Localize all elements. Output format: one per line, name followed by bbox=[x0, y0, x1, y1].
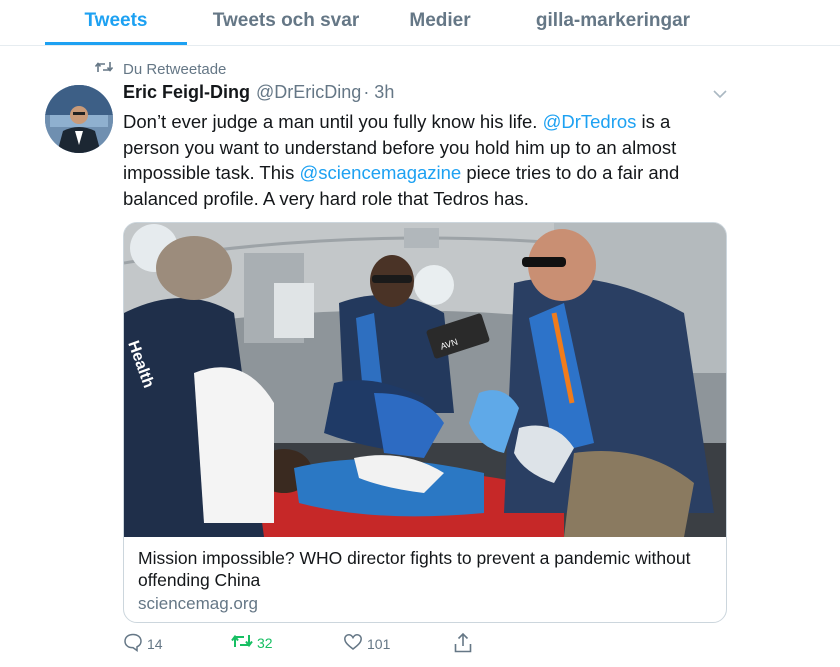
heart-icon bbox=[343, 632, 367, 655]
mention-sciencemagazine[interactable]: @sciencemagazine bbox=[300, 162, 462, 183]
tab-media[interactable]: Medier bbox=[392, 0, 488, 44]
profile-tabs: Tweets Tweets och svar Medier gilla-mark… bbox=[0, 0, 840, 46]
reply-button[interactable]: 14 bbox=[123, 632, 163, 655]
retweet-icon bbox=[231, 632, 257, 653]
reply-count: 14 bbox=[147, 635, 163, 652]
tweet-timestamp[interactable]: · 3h bbox=[363, 82, 394, 102]
card-image[interactable]: AVN Health bbox=[124, 223, 726, 537]
like-button[interactable]: 101 bbox=[343, 632, 390, 655]
card-text: Mission impossible? WHO director fights … bbox=[138, 547, 713, 616]
tweet-text-part: Don’t ever judge a man until you fully k… bbox=[123, 111, 543, 132]
retweet-button[interactable]: 32 bbox=[231, 632, 273, 653]
card-title: Mission impossible? WHO director fights … bbox=[138, 548, 691, 590]
display-name[interactable]: Eric Feigl-Ding bbox=[123, 82, 250, 102]
tab-tweets-and-replies[interactable]: Tweets och svar bbox=[197, 0, 375, 44]
share-button[interactable] bbox=[453, 632, 477, 657]
retweet-context: Du Retweetade bbox=[94, 58, 227, 80]
mention-drtedros[interactable]: @DrTedros bbox=[543, 111, 637, 132]
tweet-actions: 14 32 101 bbox=[123, 632, 523, 658]
active-tab-indicator bbox=[45, 42, 187, 45]
reply-icon bbox=[123, 632, 147, 655]
tab-likes[interactable]: gilla-markeringar bbox=[518, 0, 708, 44]
avatar[interactable] bbox=[45, 85, 113, 153]
tab-tweets[interactable]: Tweets bbox=[45, 0, 187, 44]
user-handle[interactable]: @DrEricDing bbox=[256, 82, 361, 102]
retweet-icon bbox=[94, 60, 123, 78]
tweet-text: Don’t ever judge a man until you fully k… bbox=[123, 109, 723, 211]
link-card[interactable]: AVN Health Mission impossible? WHO direc… bbox=[123, 222, 727, 623]
chevron-down-icon[interactable] bbox=[710, 86, 730, 102]
share-icon bbox=[453, 632, 477, 657]
tweet-header: Eric Feigl-Ding @DrEricDing · 3h bbox=[123, 82, 394, 106]
retweet-count: 32 bbox=[257, 634, 273, 651]
like-count: 101 bbox=[367, 635, 391, 652]
card-domain: sciencemag.org bbox=[138, 594, 259, 613]
retweet-context-label: Du Retweetade bbox=[123, 60, 227, 78]
